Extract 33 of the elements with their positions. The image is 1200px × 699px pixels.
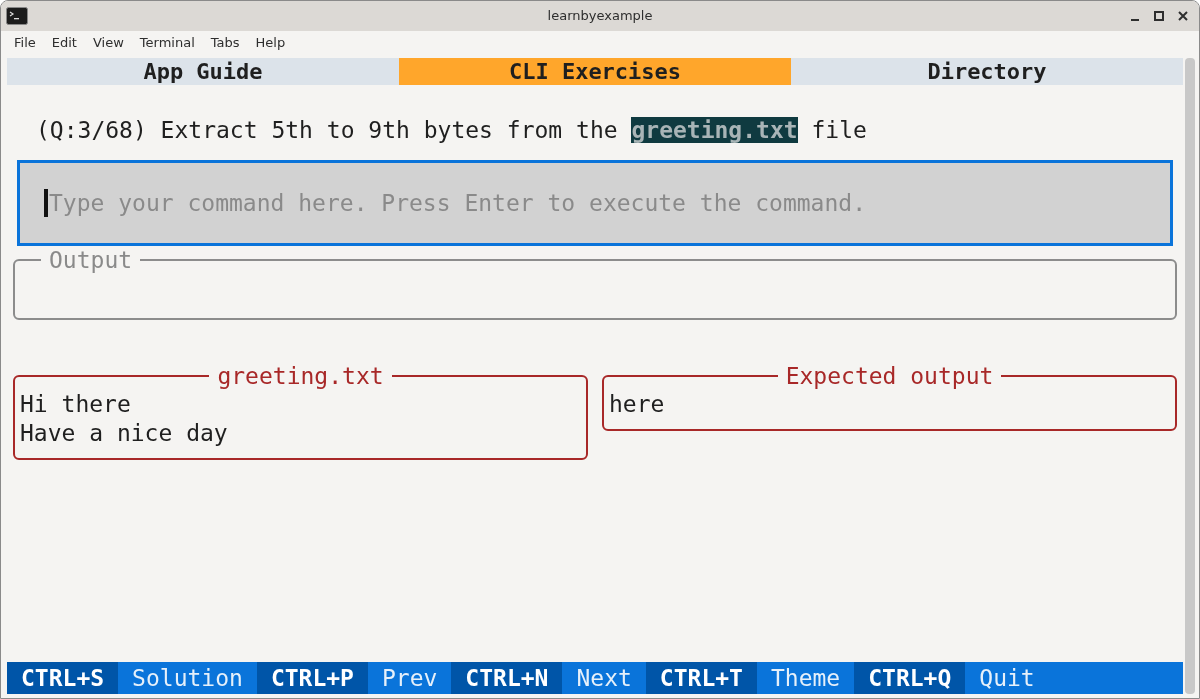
text-cursor [44,189,48,217]
tab[interactable]: App Guide [7,58,399,85]
window-title: learnbyexample [547,7,653,26]
terminal-icon [6,7,28,25]
question-text: (Q:3/68) Extract 5th to 9th bytes from the greeting.txt file [35,116,868,145]
panel-title: greeting.txt [216,364,385,388]
output-title: Output [48,248,134,272]
menu-item[interactable]: Help [248,33,293,53]
shortcut-label[interactable]: Prev [367,662,452,694]
menu-item[interactable]: Tabs [203,33,247,53]
close-icon[interactable] [1178,11,1188,21]
shortcut-key[interactable]: CTRL+Q [854,662,966,694]
shortcut-label[interactable]: Theme [756,662,855,694]
menu-item[interactable]: View [85,33,131,53]
shortcut-key[interactable]: CTRL+T [645,662,757,694]
command-placeholder: Type your command here. Press Enter to execute the command. [49,188,866,218]
scrollbar[interactable] [1185,58,1195,694]
shortcut-key[interactable]: CTRL+N [451,662,563,694]
maximize-icon[interactable] [1154,11,1164,21]
menu-item[interactable]: File [7,33,43,53]
shortcut-label[interactable]: Solution [118,662,257,694]
shortcut-key[interactable]: CTRL+S [7,662,119,694]
panel-title: Expected output [784,364,995,388]
panel-line: Hi there [20,390,132,419]
panel-line: here [609,390,666,419]
menu-item[interactable]: Edit [44,33,84,53]
panel-line: Have a nice day [20,419,229,448]
menu-item[interactable]: Terminal [132,33,202,53]
shortcut-label[interactable]: Next [562,662,646,694]
shortcut-label[interactable]: Quit [965,662,1049,694]
shortcut-key[interactable]: CTRL+P [256,662,368,694]
tab[interactable]: CLI Exercises [399,58,791,85]
tab[interactable]: Directory [791,58,1183,85]
